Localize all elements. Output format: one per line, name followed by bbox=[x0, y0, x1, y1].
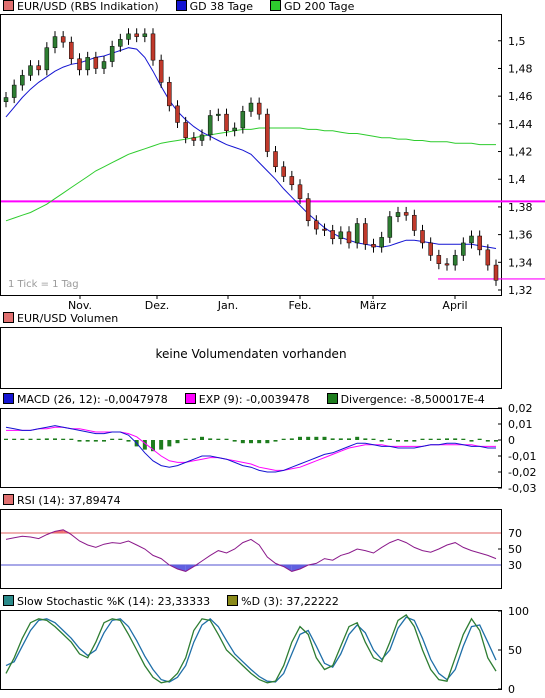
stoch-chart: 100 50 0 bbox=[5, 605, 529, 696]
stoch-ytick-label: 50 bbox=[508, 644, 522, 657]
stoch-ytick-label: 0 bbox=[508, 683, 515, 696]
stoch-ytick-label: 100 bbox=[508, 605, 529, 618]
